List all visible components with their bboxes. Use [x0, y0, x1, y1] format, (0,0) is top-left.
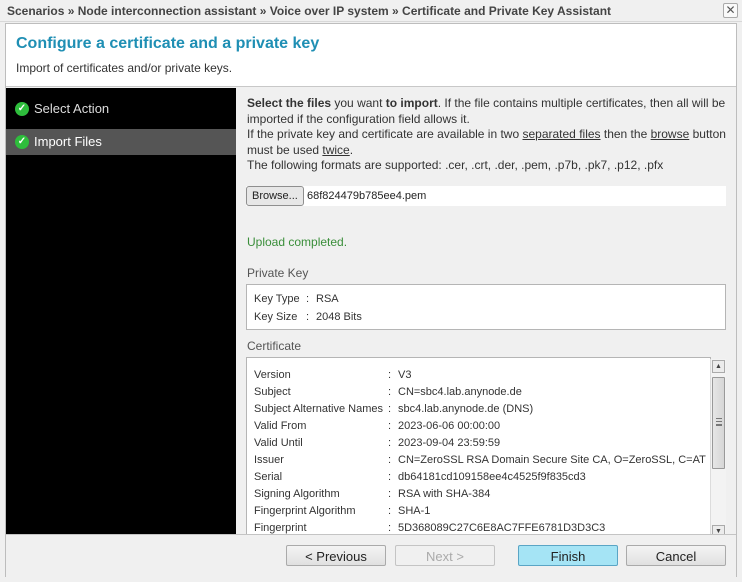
next-button[interactable]: Next > [395, 545, 495, 566]
kv-value: CN=ZeroSSL RSA Domain Secure Site CA, O=… [398, 454, 706, 466]
scrollbar-thumb[interactable] [712, 377, 725, 469]
previous-button[interactable]: < Previous [286, 545, 386, 566]
certificate-box: Version: V3 Subject: CN=sbc4.lab.anynode.de… [246, 357, 711, 539]
kv-separator: : [388, 369, 392, 381]
kv-key: Valid Until [254, 437, 303, 449]
instructions: Select the files you want to import. If … [247, 96, 727, 174]
kv-separator: : [388, 522, 392, 534]
kv-value: 2023-06-06 00:00:00 [398, 420, 501, 432]
kv-separator: : [388, 420, 392, 432]
dialog-frame: Configure a certificate and a private ke… [5, 23, 737, 577]
kv-value: 2048 Bits [316, 311, 362, 323]
kv-key: Valid From [254, 420, 307, 432]
kv-key: Signing Algorithm [254, 488, 340, 500]
kv-value: CN=sbc4.lab.anynode.de [398, 386, 522, 398]
window-titlebar: Scenarios » Node interconnection assista… [0, 0, 742, 22]
kv-key: Version [254, 369, 291, 381]
kv-key: Fingerprint [254, 522, 307, 534]
kv-separator: : [388, 437, 392, 449]
intro-text: If the private key and certificate are a… [247, 127, 523, 141]
grip-icon [716, 418, 722, 426]
page-title: Configure a certificate and a private ke… [16, 35, 320, 52]
selected-filename: 68f824479b785ee4.pem [307, 190, 427, 202]
step-import-files[interactable]: ✓ Import Files [6, 129, 236, 155]
browse-button[interactable]: Browse... [246, 186, 304, 206]
finish-button[interactable]: Finish [518, 545, 618, 566]
check-circle-icon: ✓ [15, 102, 29, 116]
certificate-scrollbar[interactable]: ▲ ▼ [710, 359, 726, 539]
file-input[interactable]: Browse... 68f824479b785ee4.pem [246, 186, 726, 206]
kv-value: V3 [398, 369, 412, 381]
kv-key: Key Type [254, 293, 300, 305]
intro-text: you want [331, 96, 386, 110]
scroll-up-icon[interactable]: ▲ [712, 360, 725, 373]
kv-value: 2023-09-04 23:59:59 [398, 437, 501, 449]
step-label: Import Files [34, 134, 102, 149]
breadcrumb: Scenarios » Node interconnection assista… [7, 4, 612, 18]
intro-text: . [349, 142, 354, 157]
step-label: Select Action [34, 101, 110, 116]
step-select-action[interactable]: ✓ Select Action [6, 96, 236, 122]
kv-value: db64181cd109158ee4c4525f9f835cd3 [398, 471, 586, 483]
kv-separator: : [388, 386, 392, 398]
kv-separator: : [388, 403, 392, 415]
intro-bold: Select the files [247, 96, 332, 110]
private-key-box: Key Type : RSA Key Size : 2048 Bits [246, 284, 726, 330]
kv-value: RSA with SHA-384 [398, 488, 491, 500]
kv-key: Issuer [254, 454, 284, 466]
kv-separator: : [388, 471, 392, 483]
close-icon[interactable]: ✕ [723, 3, 738, 18]
kv-key: Subject [254, 386, 291, 398]
page-subtitle: Import of certificates and/or private ke… [16, 61, 233, 75]
kv-key: Key Size [254, 311, 298, 323]
kv-separator: : [306, 293, 310, 305]
kv-key: Fingerprint Algorithm [254, 505, 356, 517]
upload-status: Upload completed. [247, 235, 348, 249]
intro-underline: twice [322, 142, 350, 157]
intro-underline: browse [650, 127, 690, 141]
kv-separator: : [306, 311, 310, 323]
steps-sidebar: ✓ Select Action ✓ Import Files [6, 88, 236, 534]
kv-value: 5D368089C27C6E8AC7FFE6781D3D3C3 [398, 522, 606, 534]
kv-key: Serial [254, 471, 283, 483]
dialog-footer: < Previous Next > Finish Cancel [6, 534, 736, 577]
intro-underline: separated files [522, 127, 601, 141]
intro-text: then the [600, 127, 651, 141]
main-content: Select the files you want to import. If … [246, 88, 736, 539]
kv-separator: : [388, 505, 392, 517]
kv-separator: : [388, 454, 392, 466]
kv-separator: : [388, 488, 392, 500]
certificate-title: Certificate [247, 339, 302, 353]
kv-value: SHA-1 [398, 505, 431, 517]
kv-key: Subject Alternative Names [254, 403, 384, 415]
check-circle-icon: ✓ [15, 135, 29, 149]
intro-bold: to import [385, 96, 438, 110]
kv-value: sbc4.lab.anynode.de (DNS) [398, 403, 534, 415]
kv-value: RSA [316, 293, 339, 305]
dialog-header: Configure a certificate and a private ke… [6, 24, 736, 87]
cancel-button[interactable]: Cancel [626, 545, 726, 566]
private-key-title: Private Key [247, 266, 309, 280]
supported-formats: The following formats are supported: .ce… [247, 158, 664, 172]
